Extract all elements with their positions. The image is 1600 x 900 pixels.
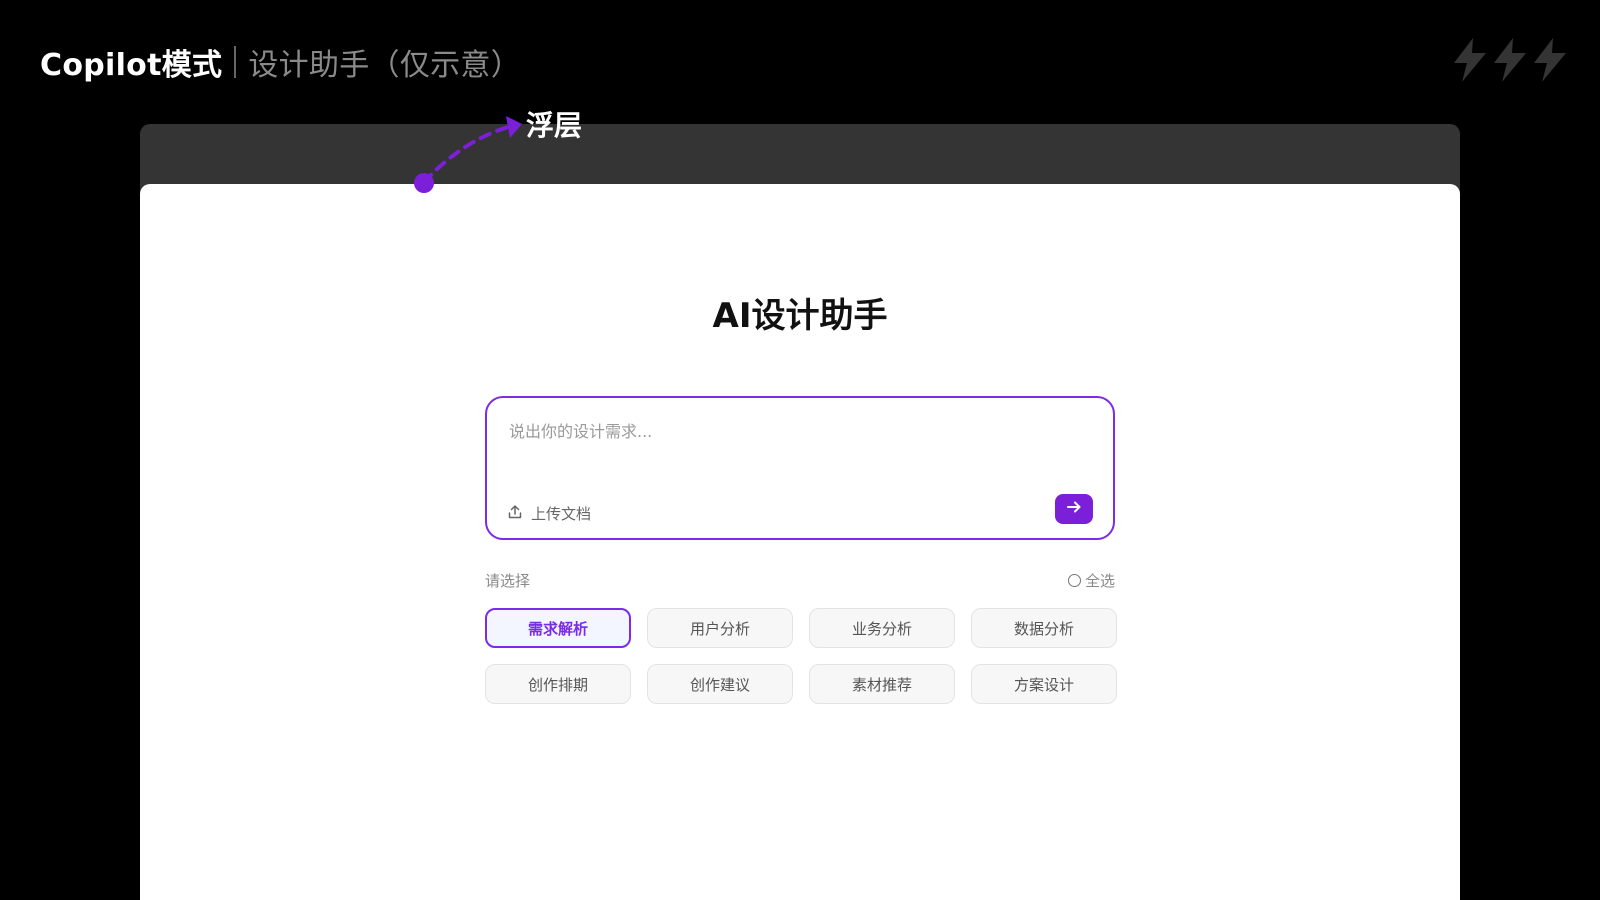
assistant-title: AI设计助手 — [712, 296, 888, 336]
annotation-label: 浮层 — [526, 109, 583, 142]
prompt-input-box[interactable]: 上传文档 — [485, 396, 1115, 540]
page-title: Copilot模式 — [40, 48, 223, 83]
lightning-icon — [1534, 38, 1566, 82]
upload-icon — [507, 504, 523, 524]
select-all-label: 全选 — [1084, 572, 1115, 590]
select-prompt: 请选择 — [485, 572, 531, 590]
select-all-toggle[interactable]: 全选 — [1067, 570, 1115, 591]
send-button[interactable] — [1055, 494, 1093, 524]
chip-creation-suggestion[interactable]: 创作建议 — [647, 664, 793, 704]
overlay-panel: AI设计助手 上传文档 请 — [140, 184, 1460, 900]
chip-data-analysis[interactable]: 数据分析 — [971, 608, 1117, 648]
chip-creation-schedule[interactable]: 创作排期 — [485, 664, 631, 704]
option-chip-grid: 需求解析 用户分析 业务分析 数据分析 创作排期 创作建议 素材推荐 方案设计 — [485, 608, 1117, 704]
chip-solution-design[interactable]: 方案设计 — [971, 664, 1117, 704]
upload-label: 上传文档 — [531, 505, 592, 523]
chip-business-analysis[interactable]: 业务分析 — [809, 608, 955, 648]
lightning-icon — [1494, 38, 1526, 82]
lightning-decoration — [1454, 38, 1566, 82]
page-header: Copilot模式 设计助手（仅示意） — [40, 40, 521, 84]
chip-user-analysis[interactable]: 用户分析 — [647, 608, 793, 648]
chip-requirement-analysis[interactable]: 需求解析 — [485, 608, 631, 648]
prompt-input[interactable] — [507, 416, 1091, 472]
app-frame: Copilot模式 设计助手（仅示意） AI设计助手 说出你的设计需求... 上… — [0, 0, 1600, 900]
lightning-icon — [1454, 38, 1486, 82]
title-divider — [234, 46, 237, 78]
upload-document-button[interactable]: 上传文档 — [507, 503, 591, 524]
radio-icon — [1067, 574, 1081, 587]
option-header: 请选择 全选 — [485, 570, 1115, 591]
arrow-right-icon — [1065, 498, 1083, 520]
chip-material-recommendation[interactable]: 素材推荐 — [809, 664, 955, 704]
page-subtitle: 设计助手（仅示意） — [248, 48, 522, 83]
